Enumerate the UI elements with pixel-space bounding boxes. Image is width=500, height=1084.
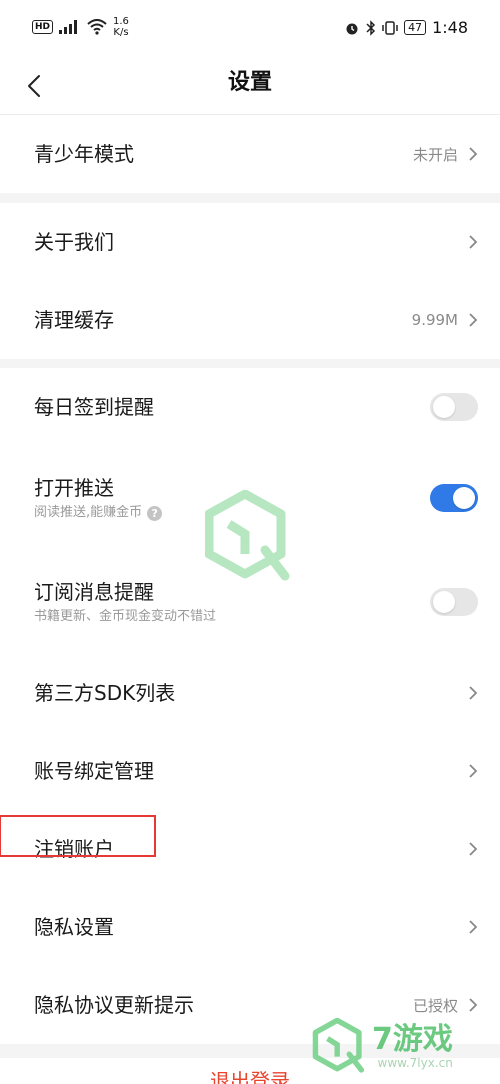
chevron-right-icon xyxy=(469,686,478,700)
daily-checkin-toggle[interactable] xyxy=(430,393,478,421)
about-us-label: 关于我们 xyxy=(34,230,114,254)
nav-bar: 设置 xyxy=(0,58,500,115)
clear-cache-row[interactable]: 清理缓存 9.99M xyxy=(0,281,500,359)
section-general: 关于我们 清理缓存 9.99M xyxy=(0,203,500,359)
page-title: 设置 xyxy=(227,70,272,95)
clear-cache-label: 清理缓存 xyxy=(34,308,114,332)
privacy-settings-row[interactable]: 隐私设置 xyxy=(0,888,500,966)
push-label: 打开推送 xyxy=(34,476,114,500)
chevron-right-icon xyxy=(469,842,478,856)
watermark-logo-icon xyxy=(312,1018,365,1073)
cancel-account-label: 注销账户 xyxy=(34,837,114,861)
signal-icon xyxy=(59,20,78,34)
daily-checkin-row: 每日签到提醒 xyxy=(0,368,500,446)
help-icon[interactable]: ? xyxy=(147,505,163,521)
third-party-sdk-row[interactable]: 第三方SDK列表 xyxy=(0,654,500,732)
watermark-title: 7游戏 xyxy=(372,1022,453,1057)
daily-checkin-label: 每日签到提醒 xyxy=(34,395,154,419)
chevron-right-icon xyxy=(469,313,478,327)
toggle-knob xyxy=(433,396,455,418)
section-notifications: 每日签到提醒 打开推送 阅读推送,能赚金币 ? 订阅消息提醒 书籍更新、金币现金… xyxy=(0,368,500,1044)
wifi-icon xyxy=(87,19,107,35)
toggle-knob xyxy=(453,487,475,509)
alarm-icon xyxy=(346,23,358,34)
bluetooth-icon xyxy=(366,19,376,36)
watermark-cube-icon xyxy=(204,489,290,581)
chevron-right-icon xyxy=(469,764,478,778)
privacy-update-value: 已授权 xyxy=(412,996,458,1015)
watermark-site: www.7lyx.cn xyxy=(377,1056,453,1070)
subscription-label: 订阅消息提醒 xyxy=(34,580,154,604)
account-binding-label: 账号绑定管理 xyxy=(34,759,154,783)
chevron-right-icon xyxy=(469,998,478,1012)
section-teen: 青少年模式 未开启 xyxy=(0,115,500,193)
chevron-right-icon xyxy=(469,147,478,161)
push-description: 阅读推送,能赚金币 xyxy=(34,505,143,520)
status-left: HD 1.6 K/s xyxy=(32,16,129,38)
watermark-logo-center xyxy=(204,489,291,590)
status-right: 47 1:48 xyxy=(344,18,468,37)
teen-mode-row[interactable]: 青少年模式 未开启 xyxy=(0,115,500,193)
clock: 1:48 xyxy=(432,18,468,37)
third-party-sdk-label: 第三方SDK列表 xyxy=(34,681,176,705)
account-binding-row[interactable]: 账号绑定管理 xyxy=(0,732,500,810)
teen-mode-label: 青少年模式 xyxy=(34,142,134,166)
toggle-knob xyxy=(433,591,455,613)
hd-badge: HD xyxy=(32,20,54,34)
network-speed: 1.6 K/s xyxy=(113,16,129,38)
watermark-brand: 7游戏 www.7lyx.cn xyxy=(312,1018,453,1076)
vibrate-icon xyxy=(382,20,398,35)
status-bar: HD 1.6 K/s 47 1:48 xyxy=(0,0,500,58)
subscription-description: 书籍更新、金币现金变动不错过 xyxy=(34,609,217,624)
battery-icon: 47 xyxy=(404,20,427,35)
privacy-settings-label: 隐私设置 xyxy=(34,915,114,939)
teen-mode-value: 未开启 xyxy=(412,145,458,164)
about-us-row[interactable]: 关于我们 xyxy=(0,203,500,281)
privacy-update-label: 隐私协议更新提示 xyxy=(34,993,194,1017)
chevron-right-icon xyxy=(469,235,478,249)
push-toggle[interactable] xyxy=(430,484,478,512)
chevron-right-icon xyxy=(469,920,478,934)
cancel-account-row[interactable]: 注销账户 xyxy=(0,810,500,888)
cache-size-value: 9.99M xyxy=(411,311,458,329)
subscription-toggle[interactable] xyxy=(430,588,478,616)
